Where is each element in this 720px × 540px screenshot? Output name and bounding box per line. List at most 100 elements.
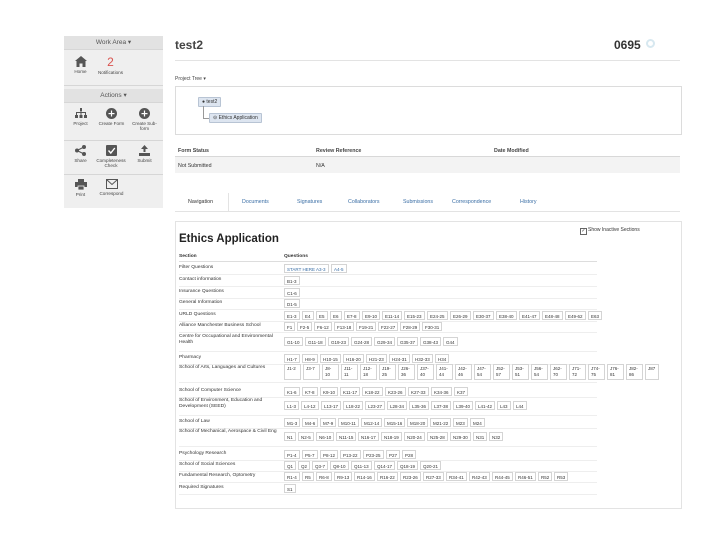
question-link[interactable]: R23-26 (400, 472, 421, 481)
question-link[interactable]: H10-15 (320, 354, 341, 363)
question-link[interactable]: P27 (386, 450, 401, 459)
question-link[interactable]: E9-10 (362, 311, 381, 320)
question-link[interactable]: J82-86 (626, 364, 643, 380)
question-link[interactable]: E11-14 (382, 311, 403, 320)
question-link[interactable]: L18-22 (343, 401, 364, 410)
question-link[interactable]: R9-13 (334, 472, 353, 481)
tab-navigation[interactable]: Navigation (188, 199, 213, 205)
question-link[interactable]: S1 (284, 484, 296, 493)
question-link[interactable]: H34 (435, 354, 450, 363)
question-link[interactable]: E41-47 (519, 311, 540, 320)
question-link[interactable]: N1 (284, 432, 296, 441)
question-link[interactable]: J74-75 (588, 364, 605, 380)
question-link[interactable]: L39-40 (453, 401, 474, 410)
question-link[interactable]: P5-7 (302, 450, 318, 459)
question-link[interactable]: K23-26 (385, 387, 406, 396)
question-link[interactable]: L4-12 (301, 401, 319, 410)
question-link[interactable]: F28-29 (400, 322, 421, 331)
notifications-button[interactable]: 2 Notifications (94, 56, 127, 75)
question-link[interactable]: L43 (497, 401, 511, 410)
completeness-check-button[interactable]: Completeness Check (92, 145, 130, 168)
question-link[interactable]: J12-18 (360, 364, 377, 380)
question-link[interactable]: H32-33 (412, 354, 433, 363)
create-sub-form-button[interactable]: Create Sub-form (128, 108, 161, 131)
question-link[interactable]: L28-34 (387, 401, 408, 410)
question-link[interactable]: J56-54 (531, 364, 548, 380)
question-link[interactable]: N32 (489, 432, 504, 441)
question-link[interactable]: J47-54 (474, 364, 491, 380)
question-link[interactable]: J52-57 (493, 364, 510, 380)
question-link[interactable]: F1 (284, 322, 296, 331)
question-link[interactable]: R44-45 (492, 472, 513, 481)
question-link[interactable]: E26-29 (450, 311, 471, 320)
correspond-button[interactable]: Correspond (95, 179, 128, 196)
question-link[interactable]: M15-16 (384, 418, 406, 427)
question-link[interactable]: E48-48 (542, 311, 563, 320)
question-link[interactable]: L44 (513, 401, 527, 410)
question-link[interactable]: K1-6 (284, 387, 300, 396)
question-link[interactable]: R6-8 (316, 472, 332, 481)
question-link[interactable]: C1-6 (284, 288, 300, 297)
question-link[interactable]: E1-3 (284, 311, 300, 320)
question-link[interactable]: A4-5 (331, 264, 347, 273)
question-link[interactable]: R14-16 (354, 472, 375, 481)
tab-signatures[interactable]: Signatures (297, 199, 322, 205)
question-link[interactable]: J76-81 (607, 364, 624, 380)
question-link[interactable]: M23 (453, 418, 468, 427)
question-link[interactable]: P13-22 (340, 450, 361, 459)
question-link[interactable]: P1-4 (284, 450, 300, 459)
question-link[interactable]: E4 (302, 311, 314, 320)
work-area-header[interactable]: Work Area ▾ (64, 36, 163, 50)
question-link[interactable]: F19-21 (356, 322, 377, 331)
question-link[interactable]: R46-51 (515, 472, 536, 481)
question-link[interactable]: M7-9 (320, 418, 337, 427)
question-link[interactable]: F2-5 (297, 322, 313, 331)
question-link[interactable]: START HERE A3-3 (284, 264, 329, 273)
question-link[interactable]: E24-25 (427, 311, 448, 320)
question-link[interactable]: G35-37 (397, 337, 419, 346)
question-link[interactable]: G38-43 (420, 337, 442, 346)
tab-documents[interactable]: Documents (242, 199, 269, 205)
question-link[interactable]: J37-40 (417, 364, 434, 380)
question-link[interactable]: J62-70 (550, 364, 567, 380)
question-link[interactable]: N2-5 (298, 432, 314, 441)
question-link[interactable]: G11-18 (305, 337, 326, 346)
question-link[interactable]: E49-62 (565, 311, 586, 320)
question-link[interactable]: M10-11 (338, 418, 359, 427)
question-link[interactable]: F22-27 (378, 322, 399, 331)
tab-submissions[interactable]: Submissions (403, 199, 433, 205)
question-link[interactable]: J1-2 (284, 364, 301, 380)
question-link[interactable]: J19-25 (379, 364, 396, 380)
question-link[interactable]: K7-8 (302, 387, 318, 396)
question-link[interactable]: G29-34 (374, 337, 396, 346)
question-link[interactable]: M24 (470, 418, 485, 427)
question-link[interactable]: M12-14 (361, 418, 383, 427)
question-link[interactable]: N16-17 (358, 432, 379, 441)
question-link[interactable]: L23-27 (365, 401, 386, 410)
question-link[interactable]: J42-46 (455, 364, 472, 380)
project-tree-toggle[interactable]: Project Tree ▾ (175, 76, 206, 82)
tab-correspondence[interactable]: Correspondence (452, 199, 491, 205)
question-link[interactable]: K34-36 (431, 387, 452, 396)
question-link[interactable]: Q1 (284, 461, 297, 470)
question-link[interactable]: F6-12 (314, 322, 332, 331)
question-link[interactable]: L1-3 (284, 401, 300, 410)
question-link[interactable]: J3-7 (303, 364, 320, 380)
question-link[interactable]: F30-31 (422, 322, 443, 331)
tree-node-root[interactable]: ● test2 (198, 97, 222, 107)
question-link[interactable]: E5 (316, 311, 328, 320)
show-inactive-checkbox[interactable]: ✓ (580, 228, 587, 235)
question-link[interactable]: H24-31 (389, 354, 410, 363)
question-link[interactable]: L13-17 (321, 401, 342, 410)
question-link[interactable]: Q2 (298, 461, 311, 470)
question-link[interactable]: J53-51 (512, 364, 529, 380)
question-link[interactable]: G19-23 (328, 337, 350, 346)
question-link[interactable]: Q3-7 (312, 461, 329, 470)
question-link[interactable]: R53 (554, 472, 569, 481)
question-link[interactable]: M21-22 (430, 418, 452, 427)
question-link[interactable]: N31 (473, 432, 488, 441)
question-link[interactable]: G44 (443, 337, 458, 346)
question-link[interactable]: M18-20 (407, 418, 429, 427)
question-link[interactable]: E30-37 (473, 311, 494, 320)
question-link[interactable]: J26-36 (398, 364, 415, 380)
